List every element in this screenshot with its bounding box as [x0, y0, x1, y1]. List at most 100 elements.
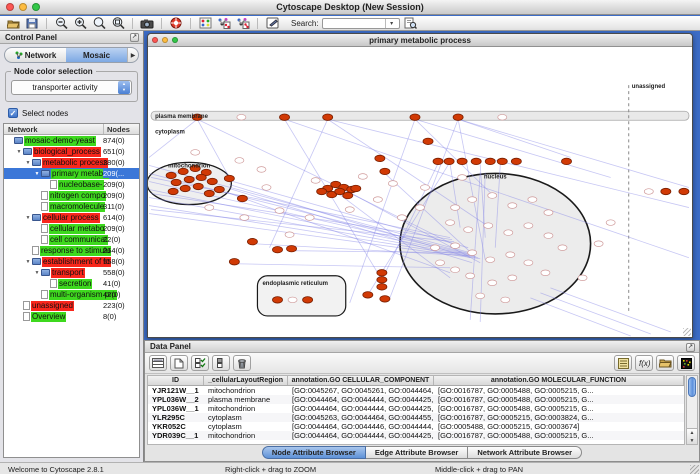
table-cell[interactable]: [GO:0044464, GO:0044444, GO:0044425, G..…: [288, 404, 434, 413]
network-node[interactable]: [506, 252, 515, 258]
unselect-all-attributes-button[interactable]: [212, 355, 230, 371]
table-cell[interactable]: [GO:0045263, GO:0044464, GO:0044455, G..…: [288, 413, 434, 422]
network-node[interactable]: [397, 215, 406, 221]
table-cell[interactable]: [GO:0044464, GO:0044444, GO:0044425, G..…: [288, 395, 434, 404]
network-node[interactable]: [578, 275, 587, 281]
network-node[interactable]: [351, 185, 361, 191]
table-cell[interactable]: [GO:0044464, GO:0044444, GO:0044425, G..…: [288, 431, 434, 440]
table-row[interactable]: YLR295Ccytoplasm[GO:0045263, GO:0044464,…: [148, 413, 684, 422]
app-resize-grip[interactable]: [690, 465, 699, 474]
network-node[interactable]: [644, 189, 653, 195]
zoom-out-button[interactable]: [53, 17, 69, 30]
table-cell[interactable]: cytoplasm: [204, 422, 288, 431]
network-node[interactable]: [468, 197, 477, 203]
network-node[interactable]: [544, 233, 553, 239]
tree-item-overview[interactable]: ▼Overview8(0): [4, 311, 139, 322]
tree-item-unassigned[interactable]: ▼unassigned223(0): [4, 300, 139, 311]
network-node[interactable]: [377, 270, 387, 276]
network-node[interactable]: [606, 220, 615, 226]
network-node[interactable]: [358, 174, 367, 180]
column-header-id[interactable]: ID: [148, 376, 204, 385]
network-node[interactable]: [561, 158, 571, 164]
column-header-annotation-go-cellular-component[interactable]: annotation.GO CELLULAR_COMPONENT: [288, 376, 434, 385]
network-node[interactable]: [345, 207, 354, 213]
network-node[interactable]: [305, 215, 314, 221]
network-node[interactable]: [191, 150, 200, 156]
table-cell[interactable]: YKR052C: [148, 422, 204, 431]
tree-item-establishment-of-lo[interactable]: ▼establishment of lo558(0): [4, 256, 139, 267]
network-node[interactable]: [262, 185, 271, 191]
network-window-titlebar[interactable]: primary metabolic process: [148, 34, 692, 47]
network-node[interactable]: [363, 292, 373, 298]
table-cell[interactable]: YDR039C__1: [148, 431, 204, 440]
tree-item-mosaic-demo-yeast[interactable]: ▼mosaic-demo-yeast874(0): [4, 135, 139, 146]
network-node[interactable]: [311, 178, 320, 184]
network-node[interactable]: [380, 168, 390, 174]
zoom-selected-button[interactable]: [91, 17, 107, 30]
network-node[interactable]: [272, 297, 282, 303]
table-cell[interactable]: YJR121W__1: [148, 386, 204, 395]
network-canvas[interactable]: plasma membranecytoplasmmitochondrionnuc…: [148, 47, 692, 337]
tab-node-attribute-browser[interactable]: Node Attribute Browser: [262, 446, 366, 459]
network-node[interactable]: [235, 158, 244, 164]
network-node[interactable]: [193, 183, 203, 189]
network-node[interactable]: [508, 275, 517, 281]
table-row[interactable]: YJR121W__1mitochondrion[GO:0045267, GO:0…: [148, 386, 684, 395]
network-node[interactable]: [436, 260, 445, 266]
network-node[interactable]: [166, 172, 176, 178]
table-cell[interactable]: cytoplasm: [204, 413, 288, 422]
table-cell[interactable]: [GO:0045267, GO:0045261, GO:0044464, G..…: [288, 386, 434, 395]
expander-icon[interactable]: ▼: [15, 149, 23, 155]
network-node[interactable]: [285, 232, 294, 238]
table-row[interactable]: YPL036W__2plasma membrane[GO:0044464, GO…: [148, 395, 684, 404]
import-attributes-button[interactable]: [656, 355, 674, 371]
network-node[interactable]: [303, 297, 313, 303]
network-node[interactable]: [410, 114, 420, 120]
network-node[interactable]: [453, 114, 463, 120]
column-header-cellularlayoutregion[interactable]: _cellularLayoutRegion: [204, 376, 288, 385]
network-node[interactable]: [180, 185, 190, 191]
network-node[interactable]: [484, 223, 493, 229]
network-node[interactable]: [508, 203, 517, 209]
network-node[interactable]: [444, 158, 454, 164]
table-cell[interactable]: [GO:0016787, GO:0005488, GO:0005215, G..…: [434, 431, 684, 440]
attribute-editor-button[interactable]: [614, 355, 632, 371]
expander-icon[interactable]: ▼: [24, 215, 32, 221]
enhanced-search-button[interactable]: [403, 17, 419, 30]
visual-style-button[interactable]: [216, 17, 232, 30]
network-node[interactable]: [661, 188, 671, 194]
network-node[interactable]: [196, 174, 206, 180]
network-node[interactable]: [464, 227, 473, 233]
network-node[interactable]: [451, 267, 460, 273]
network-node[interactable]: [317, 188, 327, 194]
view-resize-grip[interactable]: [683, 328, 691, 336]
network-node[interactable]: [171, 179, 181, 185]
table-cell[interactable]: YPL036W__2: [148, 395, 204, 404]
tab-network[interactable]: Network: [5, 48, 66, 62]
select-attributes-button[interactable]: [149, 355, 167, 371]
select-all-attributes-button[interactable]: [191, 355, 209, 371]
network-node[interactable]: [524, 260, 533, 266]
network-node[interactable]: [446, 220, 455, 226]
network-node[interactable]: [205, 205, 214, 211]
tree-item-nitrogen-compo[interactable]: ▼nitrogen compo209(0): [4, 190, 139, 201]
table-cell[interactable]: [GO:0016787, GO:0005215, GO:0003824, G..…: [434, 413, 684, 422]
network-node[interactable]: [237, 114, 246, 120]
table-cell[interactable]: [GO:0016787, GO:0005488, GO:0005215, G..…: [434, 386, 684, 395]
network-node[interactable]: [275, 208, 284, 214]
network-node[interactable]: [229, 259, 239, 265]
table-row[interactable]: YDR039C__1mitochondrion[GO:0044464, GO:0…: [148, 431, 684, 440]
network-node[interactable]: [207, 178, 217, 184]
table-cell[interactable]: plasma membrane: [204, 395, 288, 404]
visual-style-alt-button[interactable]: [235, 17, 251, 30]
table-scrollbar[interactable]: ▲▼: [686, 375, 698, 445]
network-node[interactable]: [501, 297, 510, 303]
snapshot-camera-button[interactable]: [139, 17, 155, 30]
network-node[interactable]: [471, 158, 481, 164]
network-column-header[interactable]: Network: [4, 124, 103, 134]
network-node[interactable]: [288, 297, 297, 303]
expander-icon[interactable]: ▼: [33, 171, 41, 177]
network-node[interactable]: [237, 195, 247, 201]
network-node[interactable]: [272, 246, 282, 252]
network-node[interactable]: [415, 205, 424, 211]
